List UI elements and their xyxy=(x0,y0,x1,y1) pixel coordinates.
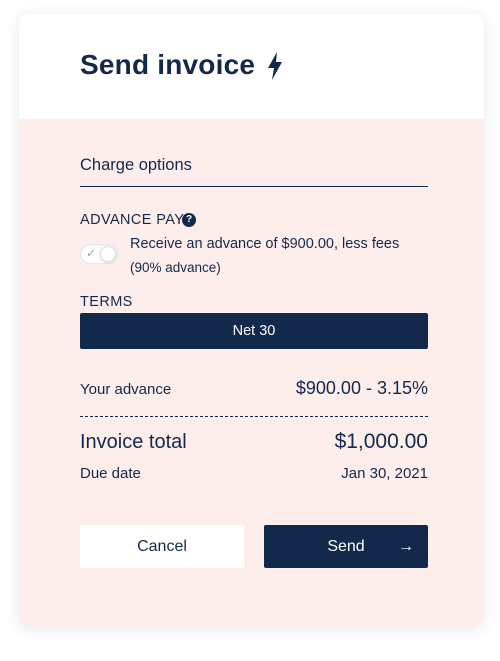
send-button-label: Send xyxy=(327,538,365,555)
terms-label: TERMS xyxy=(80,294,133,310)
send-button[interactable]: Send → xyxy=(264,525,428,568)
lightning-bolt-icon xyxy=(268,52,282,80)
card-header: Send invoice xyxy=(19,14,484,119)
page-title: Send invoice xyxy=(80,49,256,80)
send-invoice-card: Send invoice Charge options ADVANCE PAY … xyxy=(19,14,484,627)
due-date-label: Due date xyxy=(80,465,141,482)
advance-sub-description: (90% advance) xyxy=(130,260,221,275)
invoice-total-value: $1,000.00 xyxy=(334,430,428,453)
your-advance-value: $900.00 - 3.15% xyxy=(295,378,428,398)
terms-select[interactable]: Net 30 xyxy=(80,313,428,349)
due-date-value: Jan 30, 2021 xyxy=(341,465,428,482)
check-icon: ✓ xyxy=(86,246,97,260)
help-icon[interactable]: ? xyxy=(182,213,196,227)
cancel-button[interactable]: Cancel xyxy=(80,525,244,568)
invoice-total-label: Invoice total xyxy=(80,431,187,453)
your-advance-label: Your advance xyxy=(80,381,172,398)
advance-pay-toggle[interactable]: ✓ xyxy=(80,244,118,264)
advance-pay-label: ADVANCE PAY xyxy=(80,212,185,228)
advance-description: Receive an advance of $900.00, less fees xyxy=(130,236,400,252)
charge-options-title: Charge options xyxy=(80,156,192,174)
dashed-divider xyxy=(80,416,428,417)
arrow-right-icon: → xyxy=(398,538,414,555)
toggle-knob xyxy=(100,246,116,262)
section-divider xyxy=(80,186,428,187)
